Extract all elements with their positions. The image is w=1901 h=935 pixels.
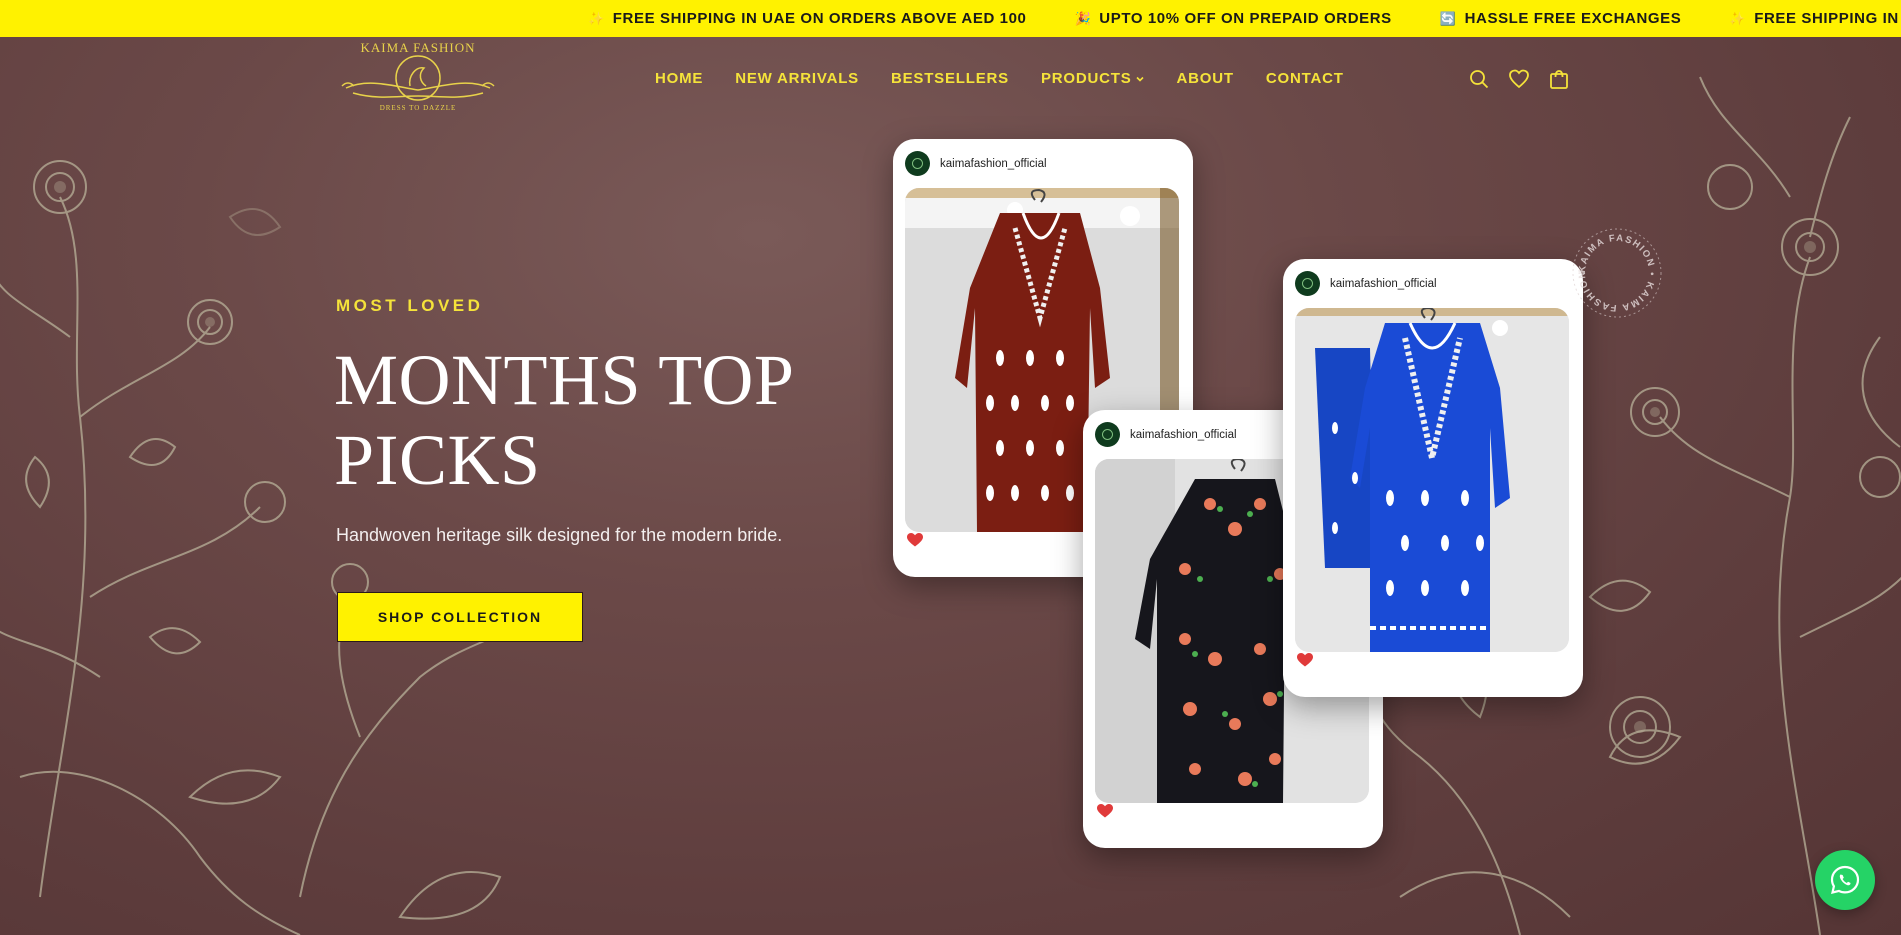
card-header: kaimafashion_official <box>1295 271 1437 296</box>
sparkle-icon: ✨ <box>1729 10 1747 26</box>
promo-item: 🔄 HASSLE FREE EXCHANGES <box>1440 10 1682 27</box>
svg-text:KAIMA FASHION • KAIMA FASHION: KAIMA FASHION • KAIMA FASHION • <box>1572 228 1657 313</box>
whatsapp-icon <box>1830 865 1860 894</box>
hero-title-line1: MONTHS TOP <box>334 340 795 420</box>
like-heart-icon[interactable] <box>907 533 923 547</box>
hero-title-line2: PICKS <box>334 420 541 500</box>
card-handle: kaimafashion_official <box>1130 428 1237 441</box>
sparkle-icon: ✨ <box>588 10 605 26</box>
avatar <box>905 151 930 176</box>
heart-icon[interactable] <box>1508 68 1530 90</box>
party-icon: 🎉 <box>1074 10 1092 26</box>
like-heart-icon[interactable] <box>1297 653 1313 667</box>
nav-contact[interactable]: CONTACT <box>1266 70 1344 87</box>
promo-text: HASSLE FREE EXCHANGES <box>1464 10 1682 27</box>
shop-collection-button[interactable]: SHOP COLLECTION <box>337 592 583 642</box>
header-icons <box>1468 68 1570 90</box>
promo-track: ✨ FREE SHIPPING IN UAE ON ORDERS ABOVE A… <box>588 0 1901 37</box>
avatar <box>1295 271 1320 296</box>
nav-home[interactable]: HOME <box>655 70 703 87</box>
promo-item: ✨ FREE SHIPPING IN UAE ON <box>1729 10 1901 27</box>
card-handle: kaimafashion_official <box>1330 277 1437 290</box>
promo-item: ✨ FREE SHIPPING IN UAE ON ORDERS ABOVE A… <box>588 10 1027 27</box>
brand-logo[interactable]: KAIMA FASHION DRESS TO DAZZLE <box>338 38 498 120</box>
promo-item: 🎉 UPTO 10% OFF ON PREPAID ORDERS <box>1075 10 1392 27</box>
nav-new-arrivals[interactable]: NEW ARRIVALS <box>735 70 859 87</box>
logo-text: KAIMA FASHION <box>361 40 476 55</box>
nav-bestsellers[interactable]: BESTSELLERS <box>891 70 1009 87</box>
instagram-card[interactable]: kaimafashion_official <box>1283 259 1583 697</box>
brand-stamp: KAIMA FASHION • KAIMA FASHION • <box>1572 228 1662 318</box>
nav-products-label: PRODUCTS <box>1040 70 1132 87</box>
avatar <box>1095 422 1120 447</box>
promo-text: UPTO 10% OFF ON PREPAID ORDERS <box>1099 10 1392 27</box>
nav-about[interactable]: ABOUT <box>1177 70 1234 87</box>
hero-eyebrow: MOST LOVED <box>336 296 484 315</box>
product-photo <box>1295 308 1569 652</box>
nav-products[interactable]: PRODUCTS <box>1041 70 1145 87</box>
bag-icon[interactable] <box>1548 68 1570 90</box>
main-nav: HOME NEW ARRIVALS BESTSELLERS PRODUCTS A… <box>655 70 1344 87</box>
card-header: kaimafashion_official <box>905 151 1047 176</box>
search-icon[interactable] <box>1468 68 1490 90</box>
chevron-down-icon <box>1135 76 1144 82</box>
like-heart-icon[interactable] <box>1097 804 1113 818</box>
promo-text: FREE SHIPPING IN UAE ON ORDERS ABOVE AED… <box>612 10 1027 27</box>
hero-title: MONTHS TOP PICKS <box>334 340 854 500</box>
exchange-icon: 🔄 <box>1439 10 1457 26</box>
card-handle: kaimafashion_official <box>940 157 1047 170</box>
whatsapp-button[interactable] <box>1815 850 1875 910</box>
stamp-text: KAIMA FASHION • KAIMA FASHION • <box>1572 228 1656 313</box>
hero-subtitle: Handwoven heritage silk designed for the… <box>336 525 783 545</box>
card-header: kaimafashion_official <box>1095 422 1237 447</box>
promo-text: FREE SHIPPING IN UAE ON <box>1754 10 1901 27</box>
logo-subtext: DRESS TO DAZZLE <box>380 104 457 112</box>
promo-bar: ✨ FREE SHIPPING IN UAE ON ORDERS ABOVE A… <box>0 0 1901 37</box>
